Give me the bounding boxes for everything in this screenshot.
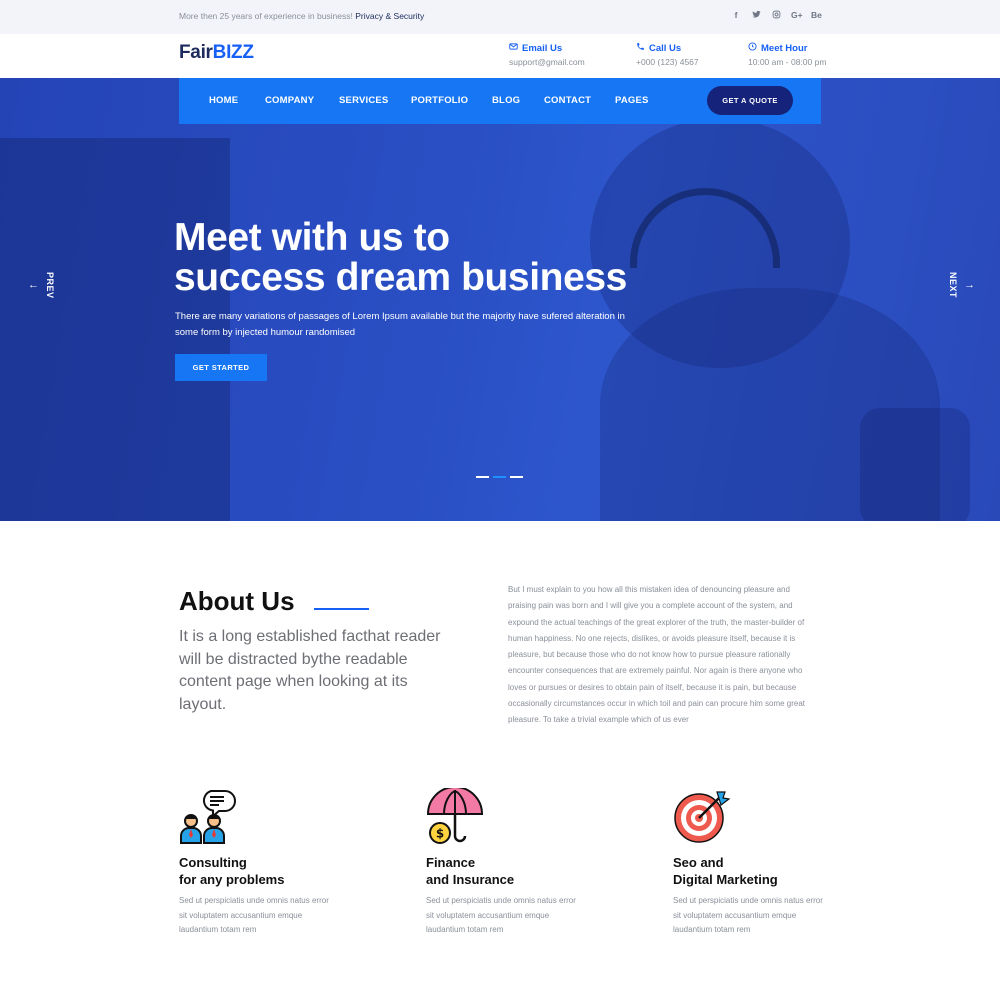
umbrella-icon: $ — [426, 786, 484, 846]
hero-title-line: Meet with us to — [174, 216, 450, 259]
intro-text: More then 25 years of experience in busi… — [179, 11, 353, 21]
hour-title: Meet Hour — [761, 42, 808, 54]
hero-description: There are many variations of passages of… — [175, 311, 625, 338]
get-started-button[interactable]: GET STARTED — [175, 354, 267, 381]
hour-value: 10:00 am - 08:00 pm — [748, 57, 827, 67]
call-info[interactable]: Call Us +000 (123) 4567 — [636, 42, 699, 68]
call-title: Call Us — [649, 42, 682, 54]
email-title: Email Us — [522, 42, 563, 54]
about-body-text: But I must explain to you how all this m… — [508, 585, 806, 725]
nav-item-portfolio[interactable]: PORTFOLIO — [411, 95, 468, 106]
top-bar: More then 25 years of experience in busi… — [0, 0, 1000, 34]
nav-item-pages[interactable]: PAGES — [615, 95, 649, 106]
feature-description: Sed ut perspiciatis unde omnis natus err… — [673, 896, 823, 934]
top-bar-intro: More then 25 years of experience in busi… — [179, 11, 424, 21]
google-plus-icon[interactable]: G+ — [791, 10, 803, 21]
feature-title-line: Digital Marketing — [673, 871, 778, 887]
privacy-security-link[interactable]: Privacy & Security — [355, 11, 424, 21]
email-value: support@gmail.com — [509, 57, 585, 67]
about-lead-text: It is a long established facthat reader … — [179, 628, 441, 713]
nav-item-services[interactable]: SERVICES — [339, 95, 388, 106]
slider-dot[interactable] — [493, 476, 506, 478]
hero-slider: HOME COMPANY SERVICES PORTFOLIO BLOG CON… — [0, 78, 1000, 521]
call-value: +000 (123) 4567 — [636, 57, 699, 67]
feature-title-line: Consulting — [179, 855, 247, 870]
slider-dots — [476, 476, 523, 478]
prev-slide-button[interactable]: ← PREV — [28, 272, 55, 299]
feature-finance: $ Finance and Insurance Sed ut perspicia… — [426, 786, 596, 938]
get-a-quote-button[interactable]: GET A QUOTE — [707, 86, 793, 115]
site-header: FairBIZZ Email Us support@gmail.com Call… — [0, 34, 1000, 78]
phone-icon — [636, 42, 645, 54]
feature-description: Sed ut perspiciatis unde omnis natus err… — [179, 896, 329, 934]
about-title: About Us — [179, 586, 295, 616]
feature-description: Sed ut perspiciatis unde omnis natus err… — [426, 896, 576, 934]
hero-title-line: success dream business — [174, 256, 627, 299]
arrow-right-icon: → — [964, 279, 975, 291]
twitter-icon[interactable] — [751, 10, 761, 21]
consulting-icon — [179, 788, 237, 846]
site-logo[interactable]: FairBIZZ — [179, 42, 254, 64]
instagram-icon[interactable] — [771, 10, 781, 21]
svg-text:$: $ — [436, 827, 444, 841]
feature-seo: Seo and Digital Marketing Sed ut perspic… — [673, 788, 843, 938]
main-navigation: HOME COMPANY SERVICES PORTFOLIO BLOG CON… — [179, 78, 821, 124]
feature-consulting: Consulting for any problems Sed ut persp… — [179, 788, 349, 938]
logo-part-bizz: BIZZ — [212, 42, 254, 63]
next-slide-button[interactable]: NEXT → — [948, 272, 975, 298]
next-label: NEXT — [948, 272, 958, 299]
behance-icon[interactable]: Be — [811, 10, 822, 21]
about-title-underline — [314, 608, 369, 610]
hero-background-shape — [860, 408, 970, 521]
hero-title: Meet with us to success dream business — [174, 218, 734, 298]
feature-title-line: and Insurance — [426, 871, 515, 887]
feature-title-line: Seo and — [673, 855, 724, 870]
slider-dot[interactable] — [510, 476, 523, 478]
nav-item-contact[interactable]: CONTACT — [544, 95, 591, 106]
clock-icon — [748, 42, 757, 54]
nav-item-home[interactable]: HOME — [209, 95, 238, 106]
prev-label: PREV — [45, 272, 55, 299]
arrow-left-icon: ← — [28, 279, 39, 292]
feature-title-line: for any problems — [179, 871, 285, 887]
target-icon — [673, 788, 731, 846]
nav-item-company[interactable]: COMPANY — [265, 95, 314, 106]
logo-part-fair: Fair — [179, 42, 213, 63]
feature-title-line: Finance — [426, 855, 476, 870]
facebook-icon[interactable]: f — [731, 10, 741, 21]
envelope-icon — [509, 42, 518, 54]
nav-item-blog[interactable]: BLOG — [492, 95, 520, 106]
meet-hour-info: Meet Hour 10:00 am - 08:00 pm — [748, 42, 826, 67]
social-links: f G+ Be — [731, 10, 822, 21]
email-info[interactable]: Email Us support@gmail.com — [509, 42, 585, 68]
slider-dot[interactable] — [476, 476, 489, 478]
